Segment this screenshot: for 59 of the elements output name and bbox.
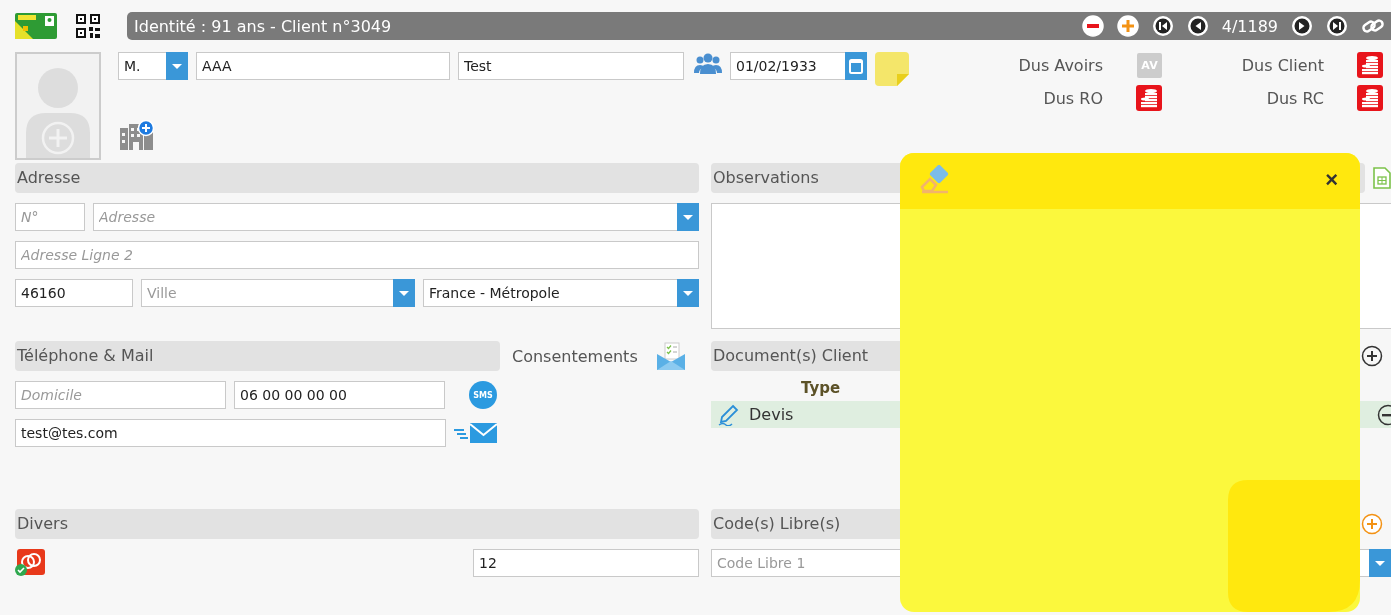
window-title: Identité : 91 ans - Client n°3049	[134, 16, 392, 36]
consent-mail-icon[interactable]	[655, 342, 686, 370]
calendar-button[interactable]	[845, 52, 867, 80]
health-card-icon[interactable]	[15, 13, 57, 39]
phone-field[interactable]: 06 00 00 00 00	[234, 381, 445, 409]
next-page-button[interactable]	[1291, 15, 1313, 37]
send-mail-icon[interactable]	[454, 421, 498, 445]
qr-code-icon[interactable]	[75, 13, 101, 39]
caret-icon	[1375, 560, 1385, 566]
table-cell-text: Devis	[749, 405, 795, 424]
building-add-icon[interactable]	[120, 120, 154, 152]
consent-label: Consentements	[512, 346, 638, 366]
add-document-icon[interactable]	[1361, 345, 1383, 367]
first-page-button[interactable]	[1151, 15, 1174, 37]
section-header: Divers	[15, 509, 699, 539]
street-select[interactable]: Adresse	[93, 203, 677, 231]
last-page-button[interactable]	[1326, 15, 1348, 37]
add-code-icon[interactable]	[1361, 513, 1383, 535]
column-header: Type	[801, 379, 841, 395]
street-number-field[interactable]: N°	[15, 203, 85, 231]
last-name-field[interactable]: AAA	[196, 52, 450, 80]
coins-icon[interactable]	[1357, 85, 1383, 111]
dropdown-button[interactable]	[677, 279, 699, 307]
postcode-field[interactable]: 46160	[15, 279, 133, 307]
caret-icon	[172, 63, 182, 69]
email-field[interactable]: test@tes.com	[15, 419, 446, 447]
dropdown-button[interactable]	[1369, 549, 1391, 577]
calendar-icon	[849, 58, 863, 74]
due-label: Dus RC	[1266, 88, 1324, 108]
dropdown-button[interactable]	[677, 203, 699, 231]
civility-select[interactable]: M.	[118, 52, 166, 80]
section-header: Adresse	[15, 163, 699, 193]
caret-icon	[399, 290, 409, 296]
caret-icon	[683, 214, 693, 220]
previous-page-button[interactable]	[1186, 15, 1209, 37]
due-label: Dus Avoirs	[1018, 55, 1103, 75]
misc-value-field[interactable]: 12	[473, 549, 699, 577]
close-button[interactable]: ×	[1323, 169, 1340, 191]
birth-date-field[interactable]: 01/02/1933	[730, 52, 845, 80]
linked-rings-icon[interactable]	[15, 549, 45, 577]
country-select[interactable]: France - Métropole	[423, 279, 677, 307]
pencil-icon	[717, 403, 739, 426]
due-label: Dus RO	[1043, 88, 1103, 108]
coins-icon[interactable]	[1357, 52, 1383, 78]
people-icon[interactable]	[694, 52, 722, 76]
dropdown-button[interactable]	[393, 279, 415, 307]
remove-button[interactable]	[1081, 15, 1104, 37]
address-line-2-field[interactable]: Adresse Ligne 2	[15, 241, 699, 269]
coins-icon[interactable]	[1136, 85, 1162, 111]
due-label: Dus Client	[1241, 55, 1324, 75]
dropdown-button[interactable]	[166, 52, 188, 80]
phone-type-field[interactable]: Domicile	[15, 381, 226, 409]
section-header: Téléphone & Mail	[15, 341, 500, 371]
city-select[interactable]: Ville	[141, 279, 393, 307]
first-name-field[interactable]: Test	[458, 52, 684, 80]
add-button[interactable]	[1116, 15, 1139, 37]
spreadsheet-icon[interactable]	[1373, 167, 1391, 189]
page-counter: 4/1189	[1221, 16, 1278, 36]
caret-icon	[683, 290, 693, 296]
